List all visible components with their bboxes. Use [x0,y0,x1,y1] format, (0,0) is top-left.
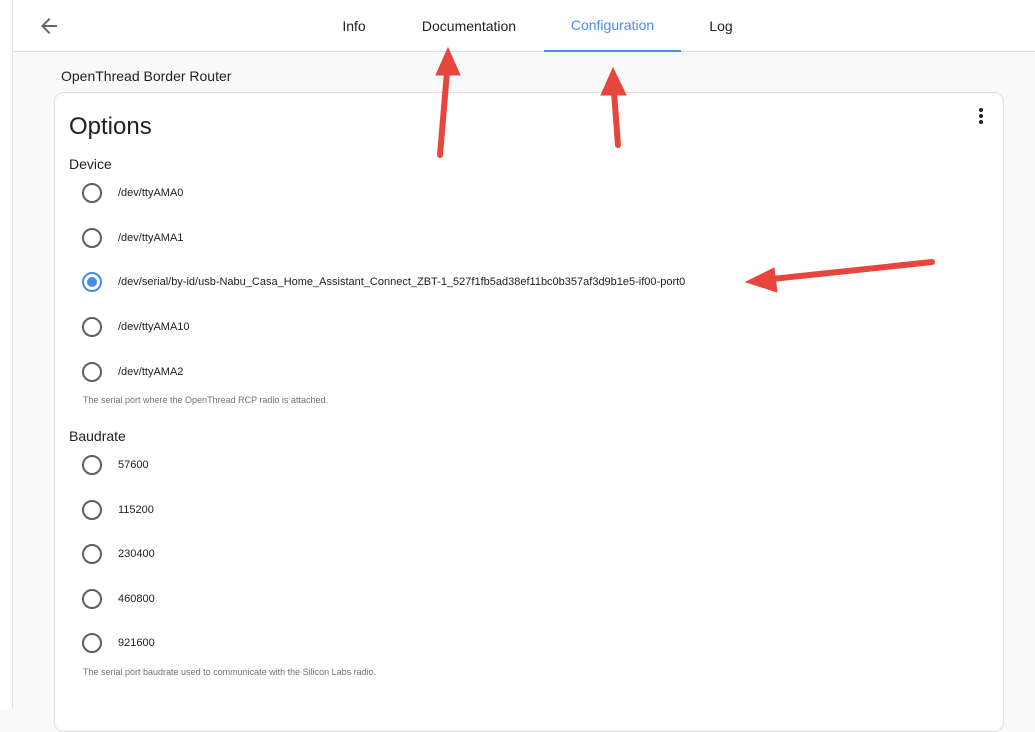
radio-button[interactable] [82,633,102,653]
more-vert-icon[interactable] [973,107,989,125]
tab-documentation[interactable]: Documentation [409,0,529,52]
device-option[interactable]: /dev/ttyAMA10 [82,315,190,339]
radio-button-checked[interactable] [82,272,102,292]
addon-name: OpenThread Border Router [61,68,231,84]
options-card: Options Device /dev/ttyAMA0 /dev/ttyAMA1… [54,92,1004,732]
device-label: Device [69,156,112,172]
radio-button[interactable] [82,589,102,609]
device-option-selected[interactable]: /dev/serial/by-id/usb-Nabu_Casa_Home_Ass… [82,270,685,294]
card-title: Options [69,113,152,141]
device-help: The serial port where the OpenThread RCP… [83,395,328,405]
annotation-arrowhead [601,68,626,95]
device-option[interactable]: /dev/ttyAMA2 [82,360,183,384]
baudrate-option[interactable]: 57600 [82,453,149,477]
radio-button[interactable] [82,317,102,337]
baudrate-option[interactable]: 921600 [82,631,155,655]
sidebar [0,0,13,709]
device-option[interactable]: /dev/ttyAMA1 [82,226,183,250]
top-bar: Info Documentation Configuration Log [13,0,1035,52]
baudrate-option[interactable]: 230400 [82,542,155,566]
baudrate-option[interactable]: 460800 [82,587,155,611]
baudrate-help: The serial port baudrate used to communi… [83,667,376,677]
radio-button[interactable] [82,362,102,382]
back-arrow-icon[interactable] [37,14,61,38]
radio-button[interactable] [82,455,102,475]
radio-button[interactable] [82,183,102,203]
radio-button[interactable] [82,228,102,248]
baudrate-label: Baudrate [69,428,126,444]
tab-log[interactable]: Log [703,0,739,52]
tab-configuration[interactable]: Configuration [544,0,681,52]
radio-button[interactable] [82,544,102,564]
baudrate-option[interactable]: 115200 [82,498,154,522]
radio-button[interactable] [82,500,102,520]
annotation-arrowhead [436,48,460,75]
device-option[interactable]: /dev/ttyAMA0 [82,181,183,205]
tab-info[interactable]: Info [334,0,374,52]
